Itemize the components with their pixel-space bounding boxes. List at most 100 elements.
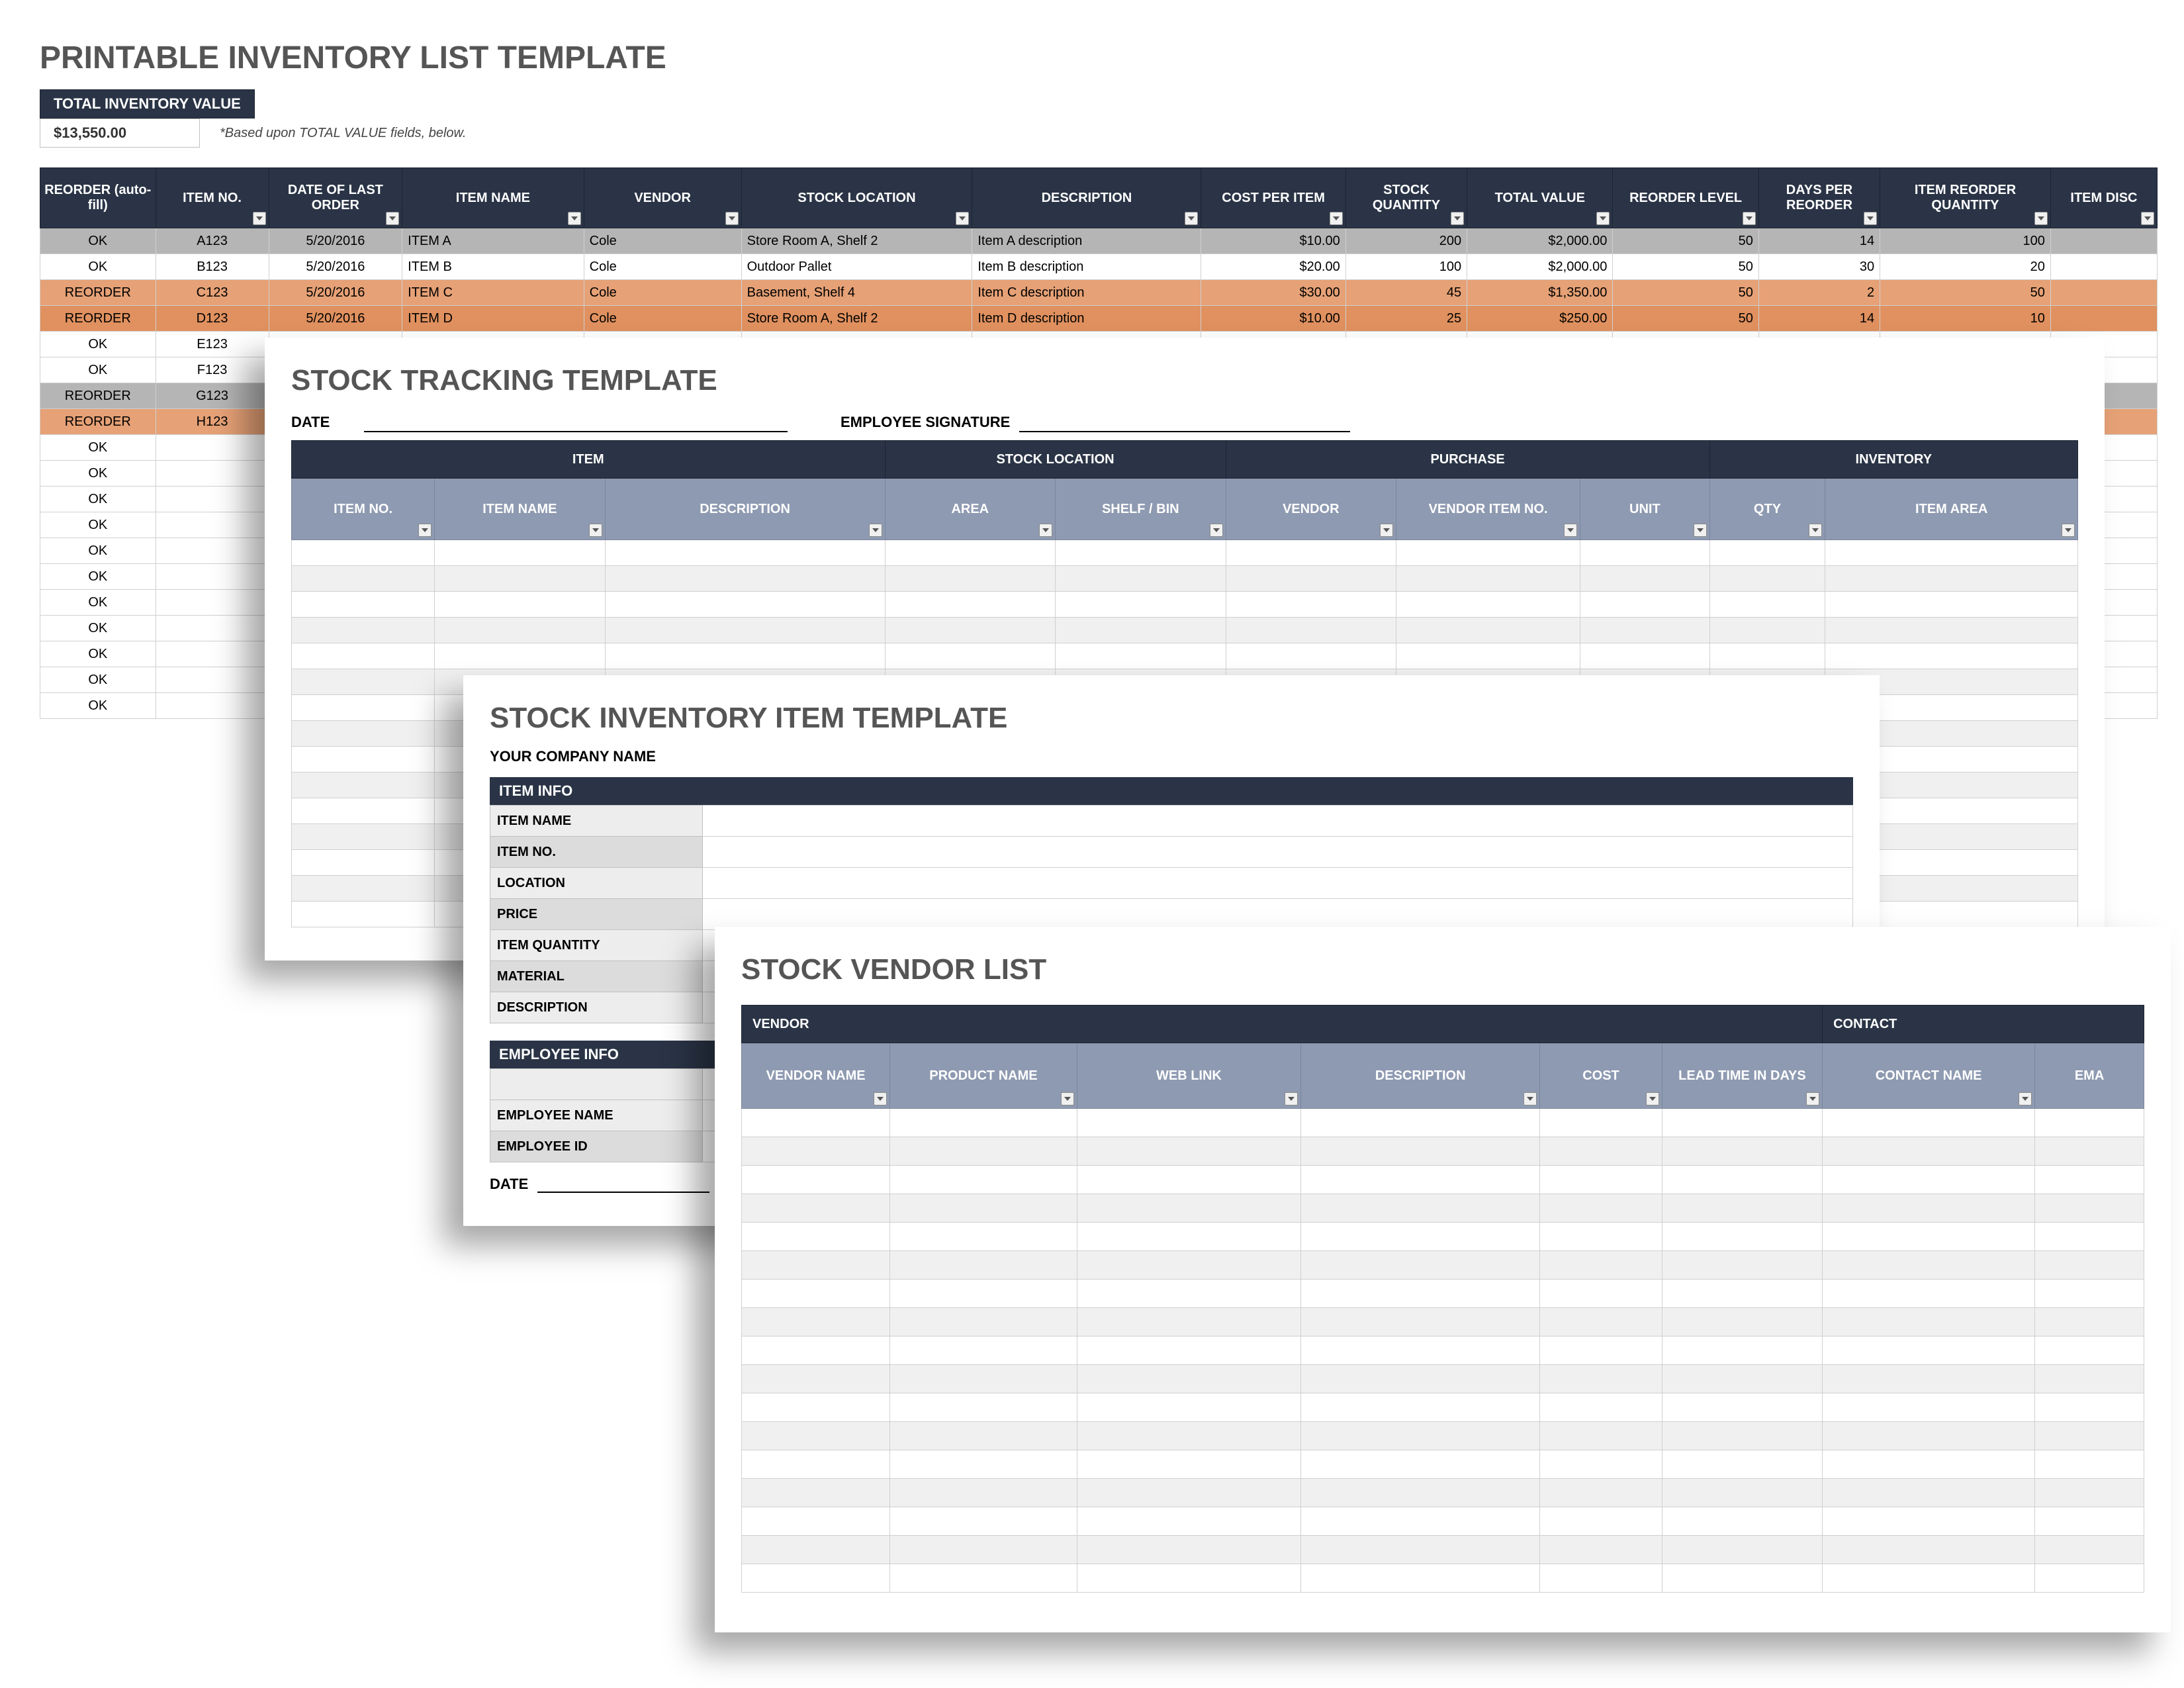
cell[interactable] — [1077, 1223, 1301, 1251]
cell[interactable] — [1077, 1450, 1301, 1479]
cell[interactable]: OK — [40, 435, 156, 461]
cell[interactable] — [1301, 1308, 1540, 1336]
cell[interactable] — [1823, 1564, 2035, 1593]
filter-dropdown-icon[interactable] — [1564, 524, 1577, 537]
cell[interactable]: OK — [40, 332, 156, 357]
cell[interactable] — [292, 876, 435, 902]
cell[interactable] — [1077, 1137, 1301, 1166]
cell[interactable] — [1823, 1251, 2035, 1280]
filter-dropdown-icon[interactable] — [1694, 524, 1707, 537]
cell[interactable]: $20.00 — [1201, 254, 1345, 280]
cell[interactable] — [605, 540, 885, 566]
column-header[interactable]: VENDOR — [742, 1006, 1823, 1043]
cell[interactable] — [2035, 1280, 2144, 1308]
cell[interactable]: OK — [40, 461, 156, 487]
cell[interactable] — [292, 773, 435, 798]
filter-dropdown-icon[interactable] — [418, 524, 432, 537]
cell[interactable] — [742, 1479, 890, 1507]
cell[interactable] — [1540, 1479, 1662, 1507]
cell[interactable]: OK — [40, 254, 156, 280]
cell[interactable] — [1540, 1536, 1662, 1564]
cell[interactable] — [1056, 592, 1226, 618]
cell[interactable] — [156, 487, 269, 512]
filter-dropdown-icon[interactable] — [1039, 524, 1052, 537]
cell[interactable] — [1823, 1336, 2035, 1365]
cell[interactable] — [1077, 1393, 1301, 1422]
cell[interactable] — [1396, 643, 1580, 669]
column-header[interactable]: REORDER (auto-fill) — [40, 168, 156, 228]
column-header[interactable]: PRODUCT NAME — [890, 1043, 1077, 1109]
table-row[interactable] — [742, 1564, 2144, 1593]
cell[interactable]: ITEM D — [402, 306, 584, 332]
cell[interactable]: 50 — [1613, 228, 1758, 254]
cell[interactable]: REORDER — [40, 383, 156, 409]
cell[interactable] — [292, 566, 435, 592]
cell[interactable] — [1077, 1336, 1301, 1365]
cell[interactable] — [1540, 1280, 1662, 1308]
cell[interactable] — [1580, 618, 1709, 643]
filter-dropdown-icon[interactable] — [725, 212, 739, 225]
cell[interactable] — [1396, 566, 1580, 592]
cell[interactable] — [1662, 1536, 1822, 1564]
cell[interactable] — [435, 592, 605, 618]
cell[interactable] — [742, 1194, 890, 1223]
cell[interactable] — [2035, 1365, 2144, 1393]
filter-dropdown-icon[interactable] — [2062, 524, 2075, 537]
field-value[interactable] — [703, 837, 1853, 868]
cell[interactable]: F123 — [156, 357, 269, 383]
cell[interactable] — [1301, 1422, 1540, 1450]
cell[interactable] — [1709, 618, 1825, 643]
column-header[interactable]: QTY — [1709, 479, 1825, 540]
cell[interactable] — [2050, 280, 2157, 306]
cell[interactable] — [742, 1536, 890, 1564]
cell[interactable] — [1709, 540, 1825, 566]
cell[interactable] — [2050, 254, 2157, 280]
cell[interactable]: 50 — [1613, 280, 1758, 306]
table-row[interactable] — [742, 1422, 2144, 1450]
cell[interactable]: E123 — [156, 332, 269, 357]
cell[interactable]: REORDER — [40, 280, 156, 306]
cell[interactable] — [292, 902, 435, 927]
filter-dropdown-icon[interactable] — [1380, 524, 1393, 537]
filter-dropdown-icon[interactable] — [956, 212, 969, 225]
cell[interactable] — [156, 693, 269, 719]
filter-dropdown-icon[interactable] — [1185, 212, 1198, 225]
cell[interactable]: C123 — [156, 280, 269, 306]
cell[interactable]: OK — [40, 487, 156, 512]
filter-dropdown-icon[interactable] — [589, 524, 602, 537]
cell[interactable]: H123 — [156, 409, 269, 435]
filter-dropdown-icon[interactable] — [2019, 1092, 2032, 1105]
table-row[interactable] — [742, 1479, 2144, 1507]
cell[interactable] — [1662, 1507, 1822, 1536]
signature-line[interactable] — [1019, 414, 1350, 432]
cell[interactable] — [1823, 1536, 2035, 1564]
table-row[interactable] — [292, 643, 2078, 669]
cell[interactable] — [1540, 1393, 1662, 1422]
filter-dropdown-icon[interactable] — [2034, 212, 2048, 225]
cell[interactable] — [1077, 1365, 1301, 1393]
cell[interactable]: 5/20/2016 — [269, 228, 402, 254]
table-row[interactable] — [742, 1507, 2144, 1536]
column-header[interactable]: COST PER ITEM — [1201, 168, 1345, 228]
cell[interactable] — [292, 669, 435, 695]
cell[interactable] — [1301, 1251, 1540, 1280]
cell[interactable] — [156, 461, 269, 487]
cell[interactable] — [292, 695, 435, 721]
table-row[interactable] — [292, 566, 2078, 592]
cell[interactable]: 50 — [1613, 306, 1758, 332]
cell[interactable] — [156, 667, 269, 693]
cell[interactable] — [1077, 1308, 1301, 1336]
cell[interactable] — [742, 1422, 890, 1450]
cell[interactable]: 2 — [1758, 280, 1880, 306]
cell[interactable] — [156, 512, 269, 538]
cell[interactable] — [1540, 1137, 1662, 1166]
cell[interactable] — [2035, 1251, 2144, 1280]
cell[interactable]: 14 — [1758, 306, 1880, 332]
cell[interactable] — [1580, 592, 1709, 618]
column-header[interactable]: ITEM NO. — [292, 479, 435, 540]
column-header[interactable]: TOTAL VALUE — [1467, 168, 1613, 228]
table-row[interactable] — [742, 1251, 2144, 1280]
column-header[interactable]: DATE OF LAST ORDER — [269, 168, 402, 228]
column-header[interactable]: DESCRIPTION — [605, 479, 885, 540]
cell[interactable] — [1823, 1393, 2035, 1422]
